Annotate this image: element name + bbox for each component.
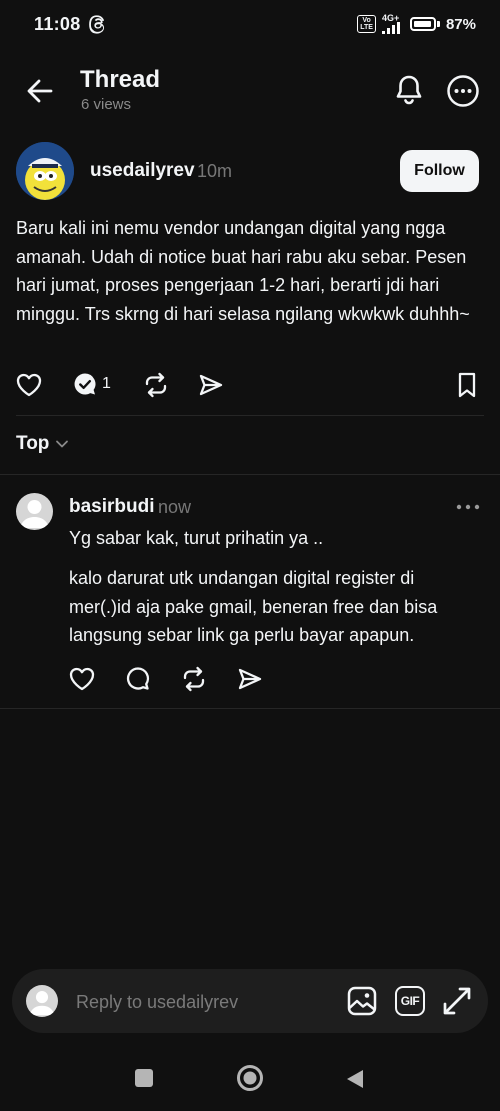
heart-icon[interactable] xyxy=(16,370,42,400)
reply-bubble-icon[interactable] xyxy=(125,664,151,694)
divider xyxy=(0,708,500,709)
bookmark-icon[interactable] xyxy=(456,370,478,400)
status-bar: 11:08 Vo LTE 4G+ 87% xyxy=(0,0,500,50)
repost-icon[interactable] xyxy=(181,664,207,694)
status-right-cluster: Vo LTE 4G+ 87% xyxy=(357,14,476,34)
reply-bubble-icon[interactable] xyxy=(72,370,98,400)
reply-count: 1 xyxy=(102,375,111,392)
more-circle-icon[interactable] xyxy=(446,74,480,108)
reply-input[interactable] xyxy=(74,981,328,1023)
post-actions: 1 xyxy=(16,370,486,400)
recent-apps-icon[interactable] xyxy=(134,1068,154,1088)
views-count: 6 views xyxy=(81,96,132,113)
gif-button[interactable]: GIF xyxy=(395,986,425,1016)
expand-icon[interactable] xyxy=(441,985,473,1017)
divider xyxy=(16,415,484,416)
avatar[interactable] xyxy=(16,142,74,200)
post-time: 10m xyxy=(197,161,233,181)
share-icon[interactable] xyxy=(237,664,263,694)
sort-label: Top xyxy=(16,433,50,454)
back-arrow-icon[interactable] xyxy=(24,76,56,106)
heart-icon[interactable] xyxy=(69,664,95,694)
image-icon[interactable] xyxy=(346,985,378,1017)
network-type: 4G+ xyxy=(381,13,400,23)
composer-avatar xyxy=(26,985,58,1017)
more-horizontal-icon[interactable] xyxy=(455,503,481,511)
reply-avatar[interactable] xyxy=(16,493,53,530)
chevron-down-icon xyxy=(56,440,69,448)
reply-composer: GIF xyxy=(12,969,488,1033)
battery-percent: 87% xyxy=(445,15,476,33)
share-icon[interactable] xyxy=(198,370,224,400)
reply-text: Yg sabar kak, turut prihatin ya .. xyxy=(69,528,324,548)
volte-badge: Vo LTE xyxy=(357,15,376,33)
post-text: Baru kali ini nemu vendor undangan digit… xyxy=(16,218,470,324)
divider xyxy=(0,474,500,475)
status-time: 11:08 xyxy=(34,14,81,34)
home-icon[interactable] xyxy=(236,1064,264,1092)
sort-dropdown[interactable]: Top xyxy=(16,433,69,455)
repost-icon[interactable] xyxy=(143,370,169,400)
signal-icon xyxy=(381,22,400,34)
battery-tip xyxy=(436,21,440,27)
threads-notification-icon xyxy=(89,15,105,34)
reply-text: kalo darurat utk undangan digital regist… xyxy=(69,568,438,645)
reply-username[interactable]: basirbudi xyxy=(69,496,155,518)
bell-icon[interactable] xyxy=(393,73,425,107)
battery-icon xyxy=(409,17,436,31)
nav-back-icon[interactable] xyxy=(344,1068,366,1090)
post-username[interactable]: usedailyrev xyxy=(90,160,195,182)
page-title: Thread xyxy=(80,66,161,93)
reply-time: now xyxy=(158,497,192,517)
follow-button[interactable]: Follow xyxy=(400,150,479,192)
reply-actions xyxy=(69,664,289,692)
